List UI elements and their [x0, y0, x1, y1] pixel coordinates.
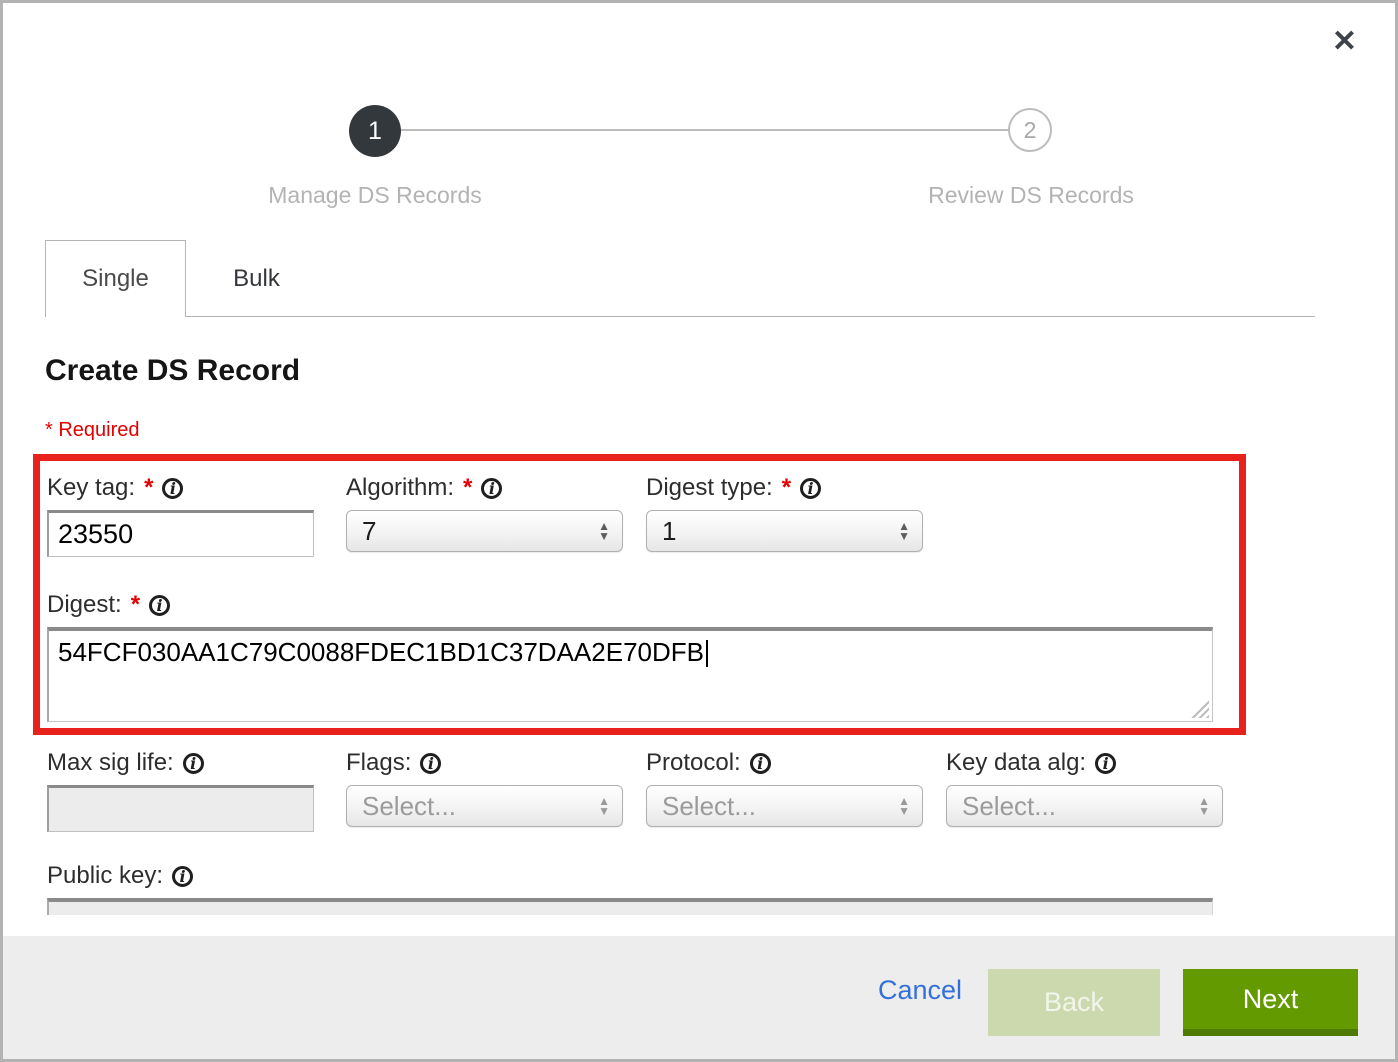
select-arrows-icon: ▲▼ [898, 521, 910, 541]
select-arrows-icon: ▲▼ [1198, 796, 1210, 816]
select-arrows-icon: ▲▼ [598, 796, 610, 816]
info-icon[interactable]: i [172, 866, 193, 887]
algorithm-select[interactable]: 7 ▲▼ [346, 510, 623, 552]
tab-single[interactable]: Single [45, 240, 186, 317]
digest-field-group: Digest: * i 54FCF030AA1C79C0088FDEC1BD1C… [47, 590, 1213, 722]
key-tag-input[interactable]: 23550 [47, 510, 314, 557]
dialog-footer: Cancel Back Next [3, 936, 1395, 1059]
stepper-connector [375, 129, 1031, 131]
info-icon[interactable]: i [750, 753, 771, 774]
required-asterisk: * [782, 474, 791, 502]
next-button[interactable]: Next [1183, 969, 1358, 1036]
stepper-step-1-number: 1 [368, 117, 382, 146]
public-key-textarea[interactable] [47, 898, 1213, 915]
key-data-alg-select[interactable]: Select... ▲▼ [946, 785, 1223, 827]
algorithm-label: Algorithm: * i [346, 473, 623, 503]
info-icon[interactable]: i [800, 478, 821, 499]
stepper-step-2-label: Review DS Records [851, 182, 1211, 209]
select-arrows-icon: ▲▼ [898, 796, 910, 816]
algorithm-field-group: Algorithm: * i 7 ▲▼ [346, 473, 623, 552]
info-icon[interactable]: i [1095, 753, 1116, 774]
stepper-step-2: 2 [1008, 108, 1052, 152]
protocol-select[interactable]: Select... ▲▼ [646, 785, 923, 827]
public-key-label: Public key: i [47, 861, 193, 891]
select-arrows-icon: ▲▼ [598, 521, 610, 541]
info-icon[interactable]: i [149, 595, 170, 616]
info-icon[interactable]: i [420, 753, 441, 774]
key-tag-field-group: Key tag: * i 23550 [47, 473, 314, 557]
required-note: * Required [45, 419, 140, 442]
public-key-field-group: Public key: i [47, 861, 193, 898]
max-sig-life-label: Max sig life: i [47, 748, 314, 778]
info-icon[interactable]: i [183, 753, 204, 774]
digest-textarea[interactable]: 54FCF030AA1C79C0088FDEC1BD1C37DAA2E70DFB [47, 627, 1213, 722]
key-data-alg-field-group: Key data alg: i Select... ▲▼ [946, 748, 1223, 827]
tab-bulk[interactable]: Bulk [186, 240, 327, 317]
resize-grip-icon[interactable] [1191, 700, 1209, 718]
stepper-step-1-label: Manage DS Records [195, 182, 555, 209]
digest-type-select[interactable]: 1 ▲▼ [646, 510, 923, 552]
highlighted-required-fields-box: Key tag: * i 23550 Algorithm: * i 7 ▲▼ [33, 454, 1246, 735]
max-sig-life-input[interactable] [47, 785, 314, 832]
info-icon[interactable]: i [481, 478, 502, 499]
protocol-label: Protocol: i [646, 748, 923, 778]
page-title: Create DS Record [45, 354, 300, 388]
create-ds-record-dialog: ✕ 1 2 Manage DS Records Review DS Record… [0, 0, 1398, 1062]
flags-label: Flags: i [346, 748, 623, 778]
digest-type-field-group: Digest type: * i 1 ▲▼ [646, 473, 923, 552]
cancel-button[interactable]: Cancel [878, 975, 962, 1006]
close-icon[interactable]: ✕ [1332, 27, 1357, 57]
max-sig-life-field-group: Max sig life: i [47, 748, 314, 832]
key-tag-label: Key tag: * i [47, 473, 314, 503]
digest-type-label: Digest type: * i [646, 473, 923, 503]
required-asterisk: * [131, 591, 140, 619]
info-icon[interactable]: i [162, 478, 183, 499]
protocol-field-group: Protocol: i Select... ▲▼ [646, 748, 923, 827]
flags-select[interactable]: Select... ▲▼ [346, 785, 623, 827]
required-asterisk: * [144, 474, 153, 502]
stepper-step-2-number: 2 [1024, 117, 1037, 144]
required-asterisk: * [463, 474, 472, 502]
stepper-step-1: 1 [349, 105, 401, 157]
digest-label: Digest: * i [47, 590, 1213, 620]
back-button[interactable]: Back [988, 969, 1160, 1036]
key-data-alg-label: Key data alg: i [946, 748, 1223, 778]
text-cursor [706, 640, 708, 667]
flags-field-group: Flags: i Select... ▲▼ [346, 748, 623, 827]
